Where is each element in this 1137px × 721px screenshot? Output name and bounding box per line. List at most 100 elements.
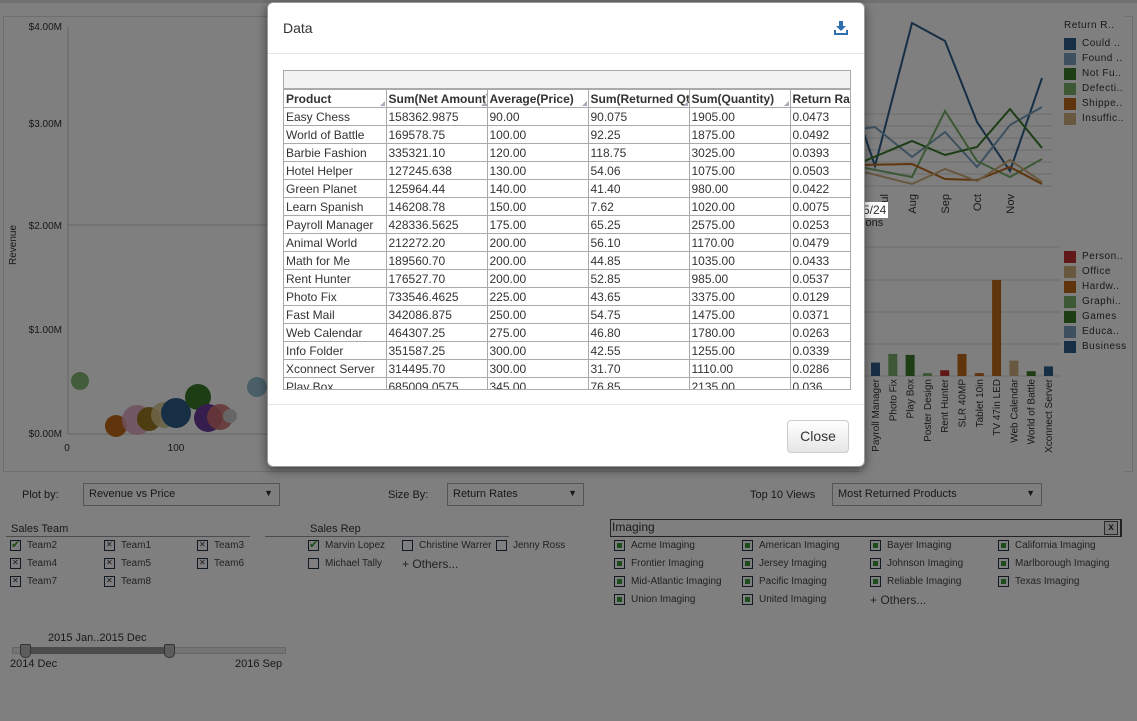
- table-cell: Barbie Fashion: [284, 143, 387, 162]
- table-row[interactable]: Animal World 212272.20 200.00 56.10 1170.00 0…: [284, 233, 850, 252]
- table-row[interactable]: Learn Spanish 146208.78 150.00 7.62 1020.00 0…: [284, 197, 850, 216]
- close-button[interactable]: Close: [787, 420, 849, 453]
- column-header-label: Sum(Quantity): [691, 91, 775, 106]
- table-cell: 43.65: [587, 287, 690, 306]
- data-grid[interactable]: Product Sum(Net Amount) Average(Price) Sum(…: [283, 70, 851, 390]
- table-row[interactable]: Fast Mail 342086.875 250.00 54.75 1475.00 0.0…: [284, 305, 850, 324]
- table-cell: 1875.00: [688, 125, 791, 144]
- table-cell: 52.85: [587, 269, 690, 288]
- table-cell: 42.55: [587, 341, 690, 360]
- column-header-label: Average(Price): [489, 91, 574, 106]
- table-cell: 314495.70: [385, 359, 488, 378]
- table-cell: 0.0422: [789, 179, 850, 198]
- resize-handle-icon[interactable]: [783, 101, 789, 106]
- column-header-label: Sum(Returned Qt: [590, 91, 689, 106]
- table-cell: 685009.0575: [385, 377, 488, 389]
- table-cell: 0.0433: [789, 251, 850, 270]
- table-cell: 56.10: [587, 233, 690, 252]
- table-cell: Rent Hunter: [284, 269, 387, 288]
- table-cell: Green Planet: [284, 179, 387, 198]
- table-cell: 0.0473: [789, 107, 850, 126]
- table-cell: Math for Me: [284, 251, 387, 270]
- table-row[interactable]: Payroll Manager 428336.5625 175.00 65.25 257…: [284, 215, 850, 234]
- table-row[interactable]: Rent Hunter 176527.70 200.00 52.85 985.00 0.0…: [284, 269, 850, 288]
- table-cell: 275.00: [486, 323, 589, 342]
- table-row[interactable]: Web Calendar 464307.25 275.00 46.80 1780.00 0…: [284, 323, 850, 342]
- table-cell: 1170.00: [688, 233, 791, 252]
- column-header[interactable]: Product: [284, 89, 387, 108]
- table-row[interactable]: Math for Me 189560.70 200.00 44.85 1035.00 0.…: [284, 251, 850, 270]
- resize-handle-icon[interactable]: [480, 101, 486, 106]
- table-cell: 212272.20: [385, 233, 488, 252]
- table-cell: 90.075: [587, 107, 690, 126]
- table-cell: 175.00: [486, 215, 589, 234]
- table-cell: Animal World: [284, 233, 387, 252]
- table-cell: 0.0393: [789, 143, 850, 162]
- table-cell: 0.0129: [789, 287, 850, 306]
- table-cell: 351587.25: [385, 341, 488, 360]
- table-cell: Fast Mail: [284, 305, 387, 324]
- column-header[interactable]: Sum(Net Amount): [385, 89, 488, 108]
- table-cell: 342086.875: [385, 305, 488, 324]
- table-row[interactable]: Xconnect Server 314495.70 300.00 31.70 1110.…: [284, 359, 850, 378]
- table-cell: 90.00: [486, 107, 589, 126]
- table-row[interactable]: Info Folder 351587.25 300.00 42.55 1255.00 0.…: [284, 341, 850, 360]
- table-row[interactable]: World of Battle 169578.75 100.00 92.25 1875.…: [284, 125, 850, 144]
- table-cell: 120.00: [486, 143, 589, 162]
- table-cell: 0.0253: [789, 215, 850, 234]
- column-header[interactable]: Sum(Quantity): [688, 89, 791, 108]
- table-cell: 65.25: [587, 215, 690, 234]
- table-cell: 1475.00: [688, 305, 791, 324]
- table-cell: 140.00: [486, 179, 589, 198]
- download-icon[interactable]: [834, 21, 848, 35]
- table-cell: 125964.44: [385, 179, 488, 198]
- table-cell: 985.00: [688, 269, 791, 288]
- table-cell: 464307.25: [385, 323, 488, 342]
- column-header-label: Sum(Net Amount): [388, 91, 487, 106]
- table-cell: 0.0339: [789, 341, 850, 360]
- table-cell: 428336.5625: [385, 215, 488, 234]
- table-cell: Info Folder: [284, 341, 387, 360]
- table-cell: 250.00: [486, 305, 589, 324]
- table-cell: 1110.00: [688, 359, 791, 378]
- table-row[interactable]: Easy Chess 158362.9875 90.00 90.075 1905.00 0…: [284, 107, 850, 126]
- table-cell: 345.00: [486, 377, 589, 389]
- dialog-header: Data: [268, 3, 864, 54]
- resize-handle-icon[interactable]: [682, 101, 688, 106]
- column-header[interactable]: Average(Price): [486, 89, 589, 108]
- table-cell: 130.00: [486, 161, 589, 180]
- dialog-footer: Close: [268, 404, 864, 467]
- table-cell: 3025.00: [688, 143, 791, 162]
- table-cell: 46.80: [587, 323, 690, 342]
- table-cell: 41.40: [587, 179, 690, 198]
- table-cell: Xconnect Server: [284, 359, 387, 378]
- table-row[interactable]: Play Box 685009.0575 345.00 76.85 2135.00 0.0…: [284, 377, 850, 389]
- table-cell: 300.00: [486, 341, 589, 360]
- table-cell: 0.0537: [789, 269, 850, 288]
- dialog-title: Data: [283, 20, 313, 36]
- table-row[interactable]: Hotel Helper 127245.638 130.00 54.06 1075.00…: [284, 161, 850, 180]
- table-cell: 0.0503: [789, 161, 850, 180]
- table-cell: Photo Fix: [284, 287, 387, 306]
- table-cell: 31.70: [587, 359, 690, 378]
- table-cell: 3375.00: [688, 287, 791, 306]
- column-header[interactable]: Sum(Returned Qt: [587, 89, 690, 108]
- column-header[interactable]: Return Rate: [789, 89, 850, 108]
- table-cell: 980.00: [688, 179, 791, 198]
- table-cell: 1255.00: [688, 341, 791, 360]
- table-cell: 335321.10: [385, 143, 488, 162]
- table-cell: 2575.00: [688, 215, 791, 234]
- table-cell: 0.0075: [789, 197, 850, 216]
- table-cell: Play Box: [284, 377, 387, 389]
- table-cell: 200.00: [486, 269, 589, 288]
- resize-handle-icon[interactable]: [581, 101, 587, 106]
- table-cell: Payroll Manager: [284, 215, 387, 234]
- table-row[interactable]: Photo Fix 733546.4625 225.00 43.65 3375.00 0.…: [284, 287, 850, 306]
- table-cell: 200.00: [486, 251, 589, 270]
- table-row[interactable]: Barbie Fashion 335321.10 120.00 118.75 3025.…: [284, 143, 850, 162]
- table-cell: 0.0263: [789, 323, 850, 342]
- resize-handle-icon[interactable]: [379, 101, 385, 106]
- table-row[interactable]: Green Planet 125964.44 140.00 41.40 980.00 0.…: [284, 179, 850, 198]
- table-cell: 0.036: [789, 377, 850, 389]
- table-cell: 76.85: [587, 377, 690, 389]
